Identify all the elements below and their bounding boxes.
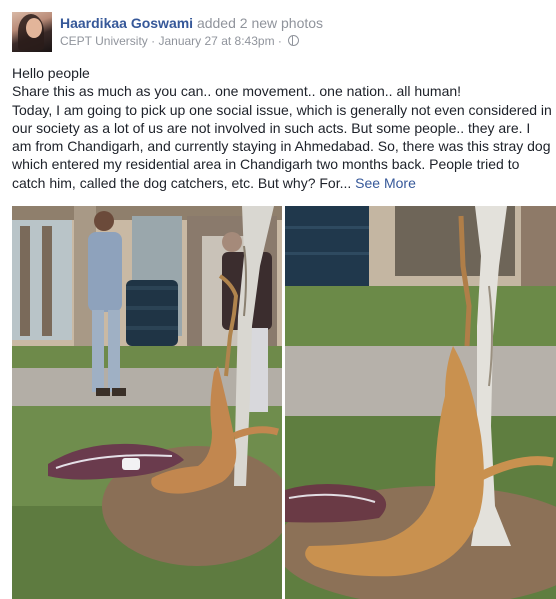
author-name[interactable]: Haardikaa Goswami — [60, 15, 193, 31]
timestamp[interactable]: January 27 at 8:43pm — [158, 34, 274, 48]
globe-icon[interactable] — [288, 35, 300, 46]
see-more-link[interactable]: See More — [355, 175, 416, 191]
meta-separator: · — [151, 34, 156, 48]
location-link[interactable]: CEPT University — [60, 34, 148, 48]
facebook-post: Haardikaa Goswami added 2 new photos CEP… — [0, 0, 556, 599]
post-text: Hello people Share this as much as you c… — [12, 64, 552, 192]
post-meta: CEPT University · January 27 at 8:43pm · — [60, 34, 300, 48]
post-line: Today, I am going to pick up one social … — [12, 101, 552, 192]
post-header-line: Haardikaa Goswami added 2 new photos — [60, 15, 323, 31]
post-line: Share this as much as you can.. one move… — [12, 83, 462, 100]
post-action-text: added 2 new photos — [197, 15, 323, 31]
photo-dog-hanging-closeup-icon — [285, 206, 556, 599]
meta-separator-2: · — [277, 34, 282, 48]
photo-dog-tied-to-tree-with-man-icon — [12, 206, 282, 599]
action-label[interactable]: added 2 new photos — [197, 15, 323, 31]
avatar[interactable] — [12, 12, 52, 52]
post-photo-1[interactable] — [12, 206, 282, 599]
post-photo-2[interactable] — [285, 206, 556, 599]
post-line-text: Today, I am going to pick up one social … — [12, 101, 552, 191]
post-line: Hello people — [12, 65, 90, 81]
